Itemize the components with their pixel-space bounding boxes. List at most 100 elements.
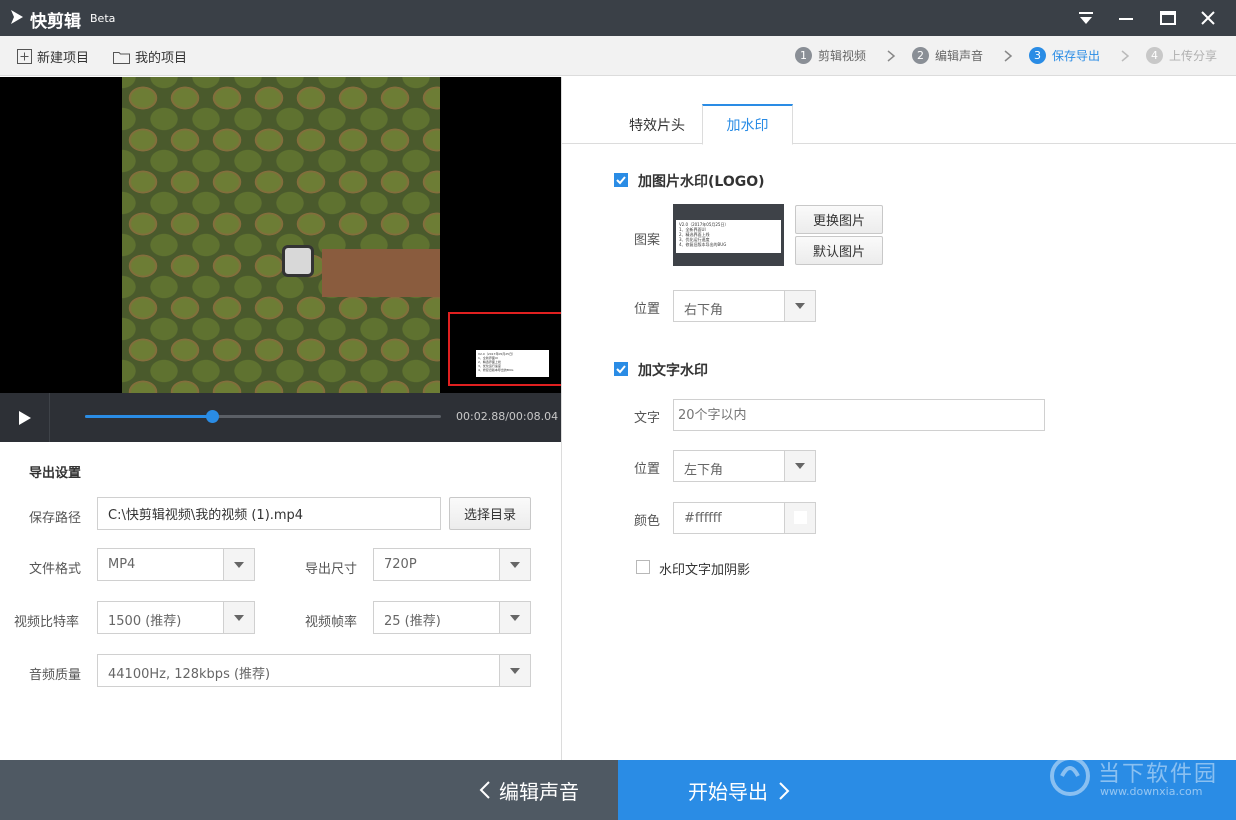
text-watermark-label: 加文字水印 — [638, 363, 708, 379]
new-project-button[interactable]: 新建项目 — [17, 47, 89, 66]
color-label: 颜色 — [634, 514, 661, 529]
play-icon — [18, 410, 31, 425]
choose-directory-button[interactable]: 选择目录 — [449, 497, 531, 530]
default-image-button[interactable]: 默认图片 — [795, 236, 883, 265]
maximize-button[interactable] — [1148, 0, 1188, 36]
color-swatch[interactable] — [784, 503, 815, 533]
playback-time: 00:02.88/00:08.04 — [456, 410, 559, 423]
site-watermark-url: www.downxia.com — [1100, 785, 1203, 798]
text-watermark-checkbox[interactable] — [614, 362, 628, 376]
image-watermark-checkbox[interactable] — [614, 173, 628, 187]
my-projects-label: 我的项目 — [135, 51, 188, 66]
image-watermark-label: 加图片水印(LOGO) — [638, 174, 765, 190]
checkmark-icon — [616, 365, 626, 374]
plus-box-icon — [17, 49, 32, 64]
app-logo-icon — [11, 10, 23, 24]
site-watermark: 当下软件园 www.downxia.com — [1048, 752, 1218, 804]
pattern-label: 图案 — [634, 233, 661, 248]
site-logo-icon — [1050, 756, 1090, 796]
site-watermark-name: 当下软件园 — [1098, 762, 1219, 787]
close-icon — [1201, 11, 1215, 25]
step-edit-audio[interactable]: 2 编辑声音 — [912, 47, 983, 64]
checkmark-icon — [616, 176, 626, 185]
bitrate-label: 视频比特率 — [14, 615, 80, 630]
start-export-label: 开始导出 — [688, 780, 768, 804]
text-shadow-checkbox[interactable] — [636, 560, 650, 574]
export-settings-title: 导出设置 — [29, 466, 82, 481]
chevron-right-icon — [1121, 50, 1130, 62]
export-settings-panel: 导出设置 保存路径 C:\快剪辑视频\我的视频 (1).mp4 选择目录 文件格… — [0, 442, 562, 760]
watermark-text-input[interactable] — [673, 399, 1045, 431]
back-to-audio-button[interactable]: 编辑声音 — [440, 760, 618, 820]
framerate-label: 视频帧率 — [305, 615, 358, 630]
dropdown-arrow-icon — [499, 549, 530, 580]
menu-button[interactable] — [1066, 0, 1106, 36]
text-position-label: 位置 — [634, 462, 661, 477]
progress-knob[interactable] — [206, 410, 220, 423]
step-label: 剪辑视频 — [818, 49, 867, 63]
tab-intro-effects[interactable]: 特效片头 — [610, 104, 704, 145]
folder-icon — [113, 51, 130, 64]
step-number: 1 — [795, 47, 812, 64]
step-label: 保存导出 — [1052, 49, 1101, 63]
export-size-label: 导出尺寸 — [305, 562, 358, 577]
dropdown-arrow-icon — [223, 549, 254, 580]
dropdown-arrow-icon — [499, 602, 530, 633]
start-export-content: 开始导出 — [688, 776, 790, 805]
close-button[interactable] — [1188, 0, 1228, 36]
dropdown-arrow-icon — [499, 655, 530, 686]
video-object — [282, 245, 314, 277]
back-to-audio-label: 编辑声音 — [499, 779, 579, 804]
dropdown-arrow-icon — [784, 451, 815, 481]
chevron-right-icon — [1004, 50, 1013, 62]
export-size-value: 720P — [384, 557, 417, 572]
audio-quality-label: 音频质量 — [29, 668, 82, 683]
minimize-icon — [1119, 18, 1133, 20]
step-number: 4 — [1146, 47, 1163, 64]
step-label: 上传分享 — [1169, 49, 1218, 63]
save-path-value: C:\快剪辑视频\我的视频 (1).mp4 — [108, 508, 304, 523]
step-number: 2 — [912, 47, 929, 64]
panel-divider — [561, 77, 562, 760]
image-position-value: 右下角 — [684, 303, 724, 318]
video-frame — [122, 77, 440, 393]
progress-bar[interactable] — [85, 410, 441, 423]
step-save-export[interactable]: 3 保存导出 — [1029, 47, 1100, 64]
save-path-input[interactable]: C:\快剪辑视频\我的视频 (1).mp4 — [97, 497, 441, 530]
chevron-right-icon — [779, 781, 790, 800]
step-edit-video[interactable]: 1 剪辑视频 — [795, 47, 866, 64]
my-projects-button[interactable]: 我的项目 — [113, 47, 187, 66]
step-number: 3 — [1029, 47, 1046, 64]
step-upload-share[interactable]: 4 上传分享 — [1146, 47, 1217, 64]
menu-down-icon — [1079, 12, 1093, 24]
image-position-select[interactable]: 右下角 — [673, 290, 816, 322]
export-size-select[interactable]: 720P — [373, 548, 531, 581]
video-preview[interactable]: V2.0（2017年05月25日） 1、全新界面UI 2、精选界面上线 3、优化… — [0, 77, 562, 393]
replace-image-button[interactable]: 更换图片 — [795, 205, 883, 234]
color-picker[interactable]: #ffffff — [673, 502, 816, 534]
dropdown-arrow-icon — [223, 602, 254, 633]
app-name: 快剪辑 — [30, 12, 81, 32]
watermark-image-preview: V2.0（2017年05月25日） 1、全新界面UI 2、精选界面上线 3、优化… — [673, 204, 784, 266]
play-button[interactable] — [0, 393, 50, 442]
text-position-select[interactable]: 左下角 — [673, 450, 816, 482]
watermark-highlight-box — [448, 312, 562, 386]
framerate-select[interactable]: 25 (推荐) — [373, 601, 531, 634]
text-position-value: 左下角 — [684, 463, 724, 478]
format-select[interactable]: MP4 — [97, 548, 255, 581]
text-shadow-label: 水印文字加阴影 — [659, 563, 751, 578]
text-label: 文字 — [634, 411, 661, 426]
image-position-label: 位置 — [634, 302, 661, 317]
color-value: #ffffff — [684, 511, 722, 526]
progress-fill — [85, 415, 213, 418]
player-controls: 00:02.88/00:08.04 — [0, 393, 562, 442]
format-label: 文件格式 — [29, 562, 82, 577]
tab-watermark[interactable]: 加水印 — [702, 104, 793, 145]
dropdown-arrow-icon — [784, 291, 815, 321]
beta-badge: Beta — [90, 12, 116, 25]
bitrate-select[interactable]: 1500 (推荐) — [97, 601, 255, 634]
audio-quality-select[interactable]: 44100Hz, 128kbps (推荐) — [97, 654, 531, 687]
title-bar: 快剪辑 Beta — [0, 0, 1236, 36]
minimize-button[interactable] — [1106, 0, 1146, 36]
audio-quality-value: 44100Hz, 128kbps (推荐) — [108, 667, 271, 682]
